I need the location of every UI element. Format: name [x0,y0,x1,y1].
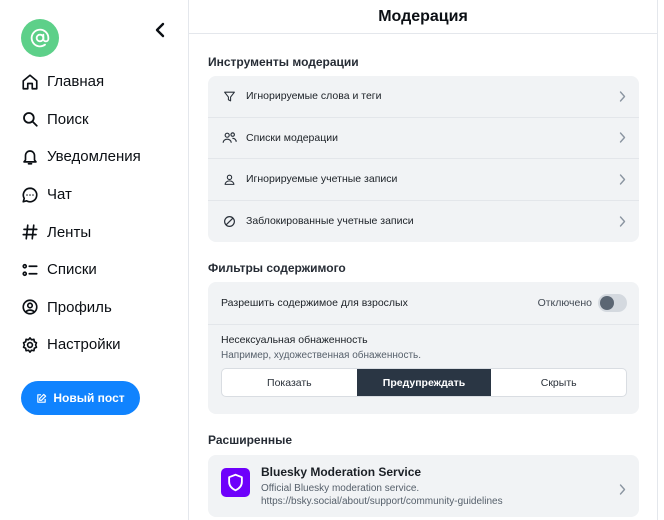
moderation-service-card[interactable]: Bluesky Moderation Service Official Blue… [208,455,639,517]
nav-item-profile[interactable]: Профиль [20,289,141,327]
service-url: https://bsky.social/about/support/commun… [261,496,503,507]
nav-label: Главная [47,73,105,91]
nav-label: Профиль [47,298,112,316]
list-icon [20,260,40,280]
row-label: Игнорируемые слова и теги [246,90,382,103]
hash-icon [20,222,40,242]
nav-label: Списки [47,261,97,279]
chevron-left-icon [155,22,165,38]
page-header: Модерация [189,0,657,34]
users-icon [221,130,237,146]
block-icon [221,213,237,229]
nudity-title: Несексуальная обнаженность [221,334,368,346]
collapse-nav-button[interactable] [151,20,169,40]
service-text: Bluesky Moderation Service Official Blue… [261,465,617,508]
nav-label: Настройки [47,336,121,354]
service-name: Bluesky Moderation Service [261,465,422,479]
main-content: Модерация Инструменты модерации Игнориру… [189,0,657,520]
blocked-accounts-row[interactable]: Заблокированные учетные записи [208,201,639,243]
chevron-right-icon [617,132,627,144]
adult-content-row: Разрешить содержимое для взрослых Отключ… [208,282,639,325]
advanced-section-title: Расширенные [208,433,292,447]
tools-card: Игнорируемые слова и теги Списки модерац… [208,76,639,242]
moderation-lists-row[interactable]: Списки модерации [208,118,639,159]
nav-label: Чат [47,186,72,204]
chat-bubble-icon [20,185,40,205]
nav-item-settings[interactable]: Настройки [20,326,141,364]
chevron-right-icon [617,215,627,227]
option-show-button[interactable]: Показать [222,369,357,396]
compose-icon [37,393,47,403]
nav-item-search[interactable]: Поиск [20,101,141,139]
nav-list: Главная Поиск Уведомления Чат Ленты Спис… [20,63,141,364]
nav-item-lists[interactable]: Списки [20,251,141,289]
row-label: Заблокированные учетные записи [246,215,414,228]
nudity-subtitle: Например, художественная обнаженность. [221,350,422,361]
gear-icon [20,335,40,355]
chevron-right-icon [617,90,627,102]
adult-content-state: Отключено [537,297,592,309]
nudity-filter: Несексуальная обнаженность Например, худ… [208,325,639,410]
left-nav: Главная Поиск Уведомления Чат Ленты Спис… [0,0,188,520]
chevron-right-icon [617,483,627,495]
filters-card: Разрешить содержимое для взрослых Отключ… [208,282,639,414]
toggle-knob [600,296,614,310]
new-post-label: Новый пост [53,391,125,405]
person-icon [221,171,237,187]
nav-label: Ленты [47,223,92,241]
nav-item-chat[interactable]: Чат [20,176,141,214]
option-hide-button[interactable]: Скрыть [491,369,626,396]
filter-icon [221,88,237,104]
adult-content-label: Разрешить содержимое для взрослых [221,297,408,309]
at-sign-icon [30,28,50,48]
nav-label: Уведомления [47,148,141,166]
shield-icon [221,468,250,497]
search-icon [20,109,40,129]
right-divider [657,0,658,520]
service-description: Official Bluesky moderation service. [261,483,420,494]
adult-content-toggle[interactable] [598,294,627,312]
muted-accounts-row[interactable]: Игнорируемые учетные записи [208,159,639,201]
new-post-button[interactable]: Новый пост [21,381,140,415]
row-label: Списки модерации [246,131,338,144]
user-circle-icon [20,297,40,317]
page-title: Модерация [378,7,468,25]
home-icon [20,72,40,92]
nav-item-notifications[interactable]: Уведомления [20,138,141,176]
row-label: Игнорируемые учетные записи [246,173,398,186]
nav-item-home[interactable]: Главная [20,63,141,101]
bell-icon [20,147,40,167]
avatar[interactable] [21,19,59,57]
tools-section-title: Инструменты модерации [208,55,359,69]
nav-label: Поиск [47,110,89,128]
nav-item-feeds[interactable]: Ленты [20,213,141,251]
option-warn-button[interactable]: Предупреждать [356,369,492,396]
chevron-right-icon [617,173,627,185]
filters-section-title: Фильтры содержимого [208,261,346,275]
nudity-segmented-control: Показать Предупреждать Скрыть [221,368,627,397]
muted-words-row[interactable]: Игнорируемые слова и теги [208,76,639,118]
